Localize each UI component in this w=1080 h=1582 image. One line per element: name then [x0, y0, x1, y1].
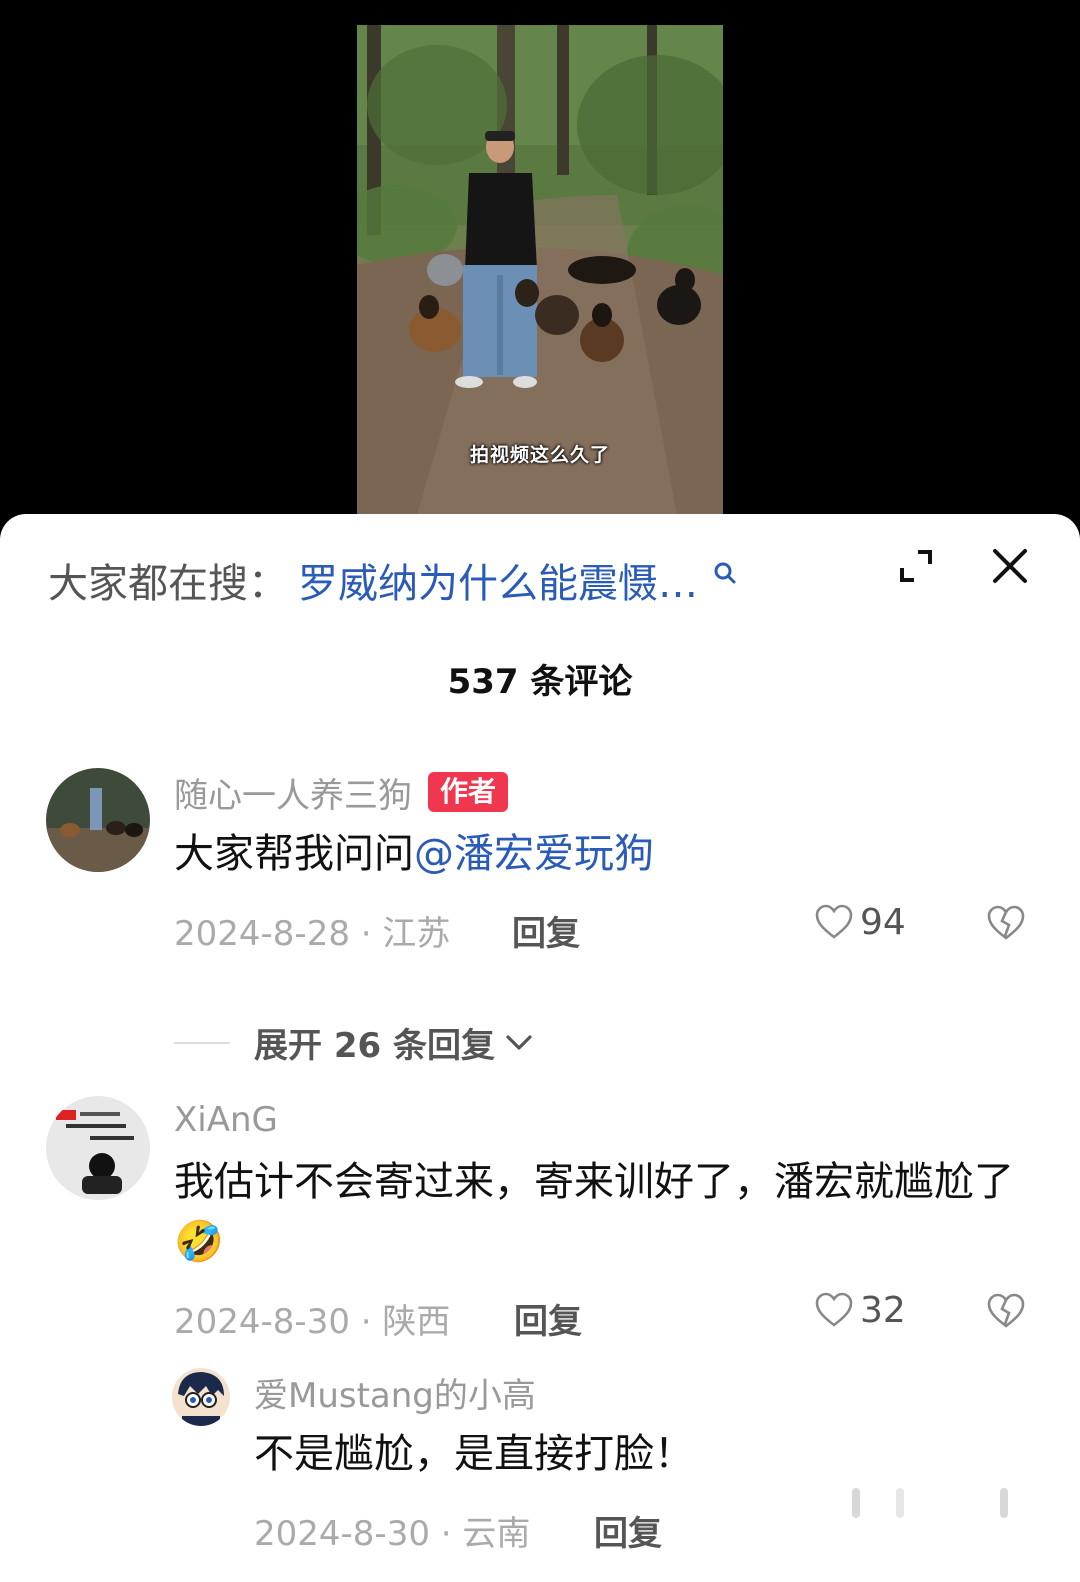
reply-button[interactable]: 回复 [594, 1506, 662, 1555]
trending-search-query[interactable]: 罗威纳为什么能震慑… [298, 551, 698, 609]
like-count: 32 [860, 1290, 906, 1331]
expand-replies-label: 展开 26 条回复 [254, 1026, 495, 1066]
trending-search-bar[interactable]: 大家都在搜： 罗威纳为什么能震慑… [48, 550, 738, 610]
author-badge: 作者 [428, 772, 509, 812]
reply-text: 不是尴尬，是直接打脸！ [254, 1431, 694, 1477]
video-frame[interactable]: 拍视频这么久了 [357, 25, 723, 515]
search-icon[interactable] [712, 560, 738, 586]
username-text: XiAnG [174, 1100, 278, 1140]
heart-icon [815, 904, 853, 939]
comment-username[interactable]: 随心一人养三狗 作者 [174, 768, 1020, 816]
video-player[interactable]: 拍视频这么久了 [0, 0, 1080, 530]
username-text: 随心一人养三狗 [174, 775, 412, 816]
laughing-emoji-icon: 🤣 [174, 1219, 224, 1265]
video-subtitle: 拍视频这么久了 [469, 444, 610, 466]
comment-date-location: 2024-8-28 · 江苏 [174, 914, 451, 954]
scroll-indicator [852, 1488, 1008, 1518]
mention-link[interactable]: @潘宏爱玩狗 [414, 831, 654, 877]
fullscreen-expand-icon[interactable] [896, 546, 936, 586]
chevron-down-icon [506, 1034, 532, 1050]
reply-button[interactable]: 回复 [512, 906, 580, 955]
comment-username[interactable]: XiAnG [174, 1096, 1020, 1144]
divider-line [174, 1041, 230, 1044]
reply-username[interactable]: 爱Mustang的小高 [254, 1368, 1020, 1416]
comment-meta: 2024-8-28 · 江苏 回复 94 [174, 896, 1025, 956]
comment-text-body: 我估计不会寄过来，寄来训好了，潘宏就尴尬了 [174, 1159, 1014, 1205]
avatar[interactable] [46, 768, 150, 872]
expand-replies-button[interactable]: 展开 26 条回复 [174, 1018, 535, 1067]
comment-date-location: 2024-8-30 · 陕西 [174, 1302, 451, 1342]
comment-panel: 大家都在搜： 罗威纳为什么能震慑… 537 条评论 随心一人养三狗 作者 大家帮… [0, 514, 1080, 1582]
close-icon[interactable] [990, 546, 1030, 586]
comment-meta: 2024-8-30 · 陕西 回复 32 [174, 1284, 1025, 1344]
like-button[interactable]: 32 [814, 1290, 906, 1331]
dislike-broken-heart-icon[interactable] [986, 904, 1026, 944]
comment-text-body: 大家帮我问问 [174, 831, 414, 877]
like-count: 94 [860, 902, 906, 943]
like-button[interactable]: 94 [814, 902, 906, 943]
comment-text: 我估计不会寄过来，寄来训好了，潘宏就尴尬了 🤣 [174, 1152, 1020, 1272]
avatar[interactable] [172, 1368, 230, 1426]
reply-button[interactable]: 回复 [514, 1294, 582, 1343]
dislike-broken-heart-icon[interactable] [986, 1292, 1026, 1332]
username-text: 爱Mustang的小高 [254, 1375, 536, 1416]
trending-search-prefix: 大家都在搜： [48, 561, 288, 607]
heart-icon [815, 1292, 853, 1327]
comment-count-title: 537 条评论 [447, 662, 633, 702]
comment-text: 大家帮我问问@潘宏爱玩狗 [174, 824, 1020, 884]
avatar[interactable] [46, 1096, 150, 1200]
reply-date-location: 2024-8-30 · 云南 [254, 1514, 531, 1554]
